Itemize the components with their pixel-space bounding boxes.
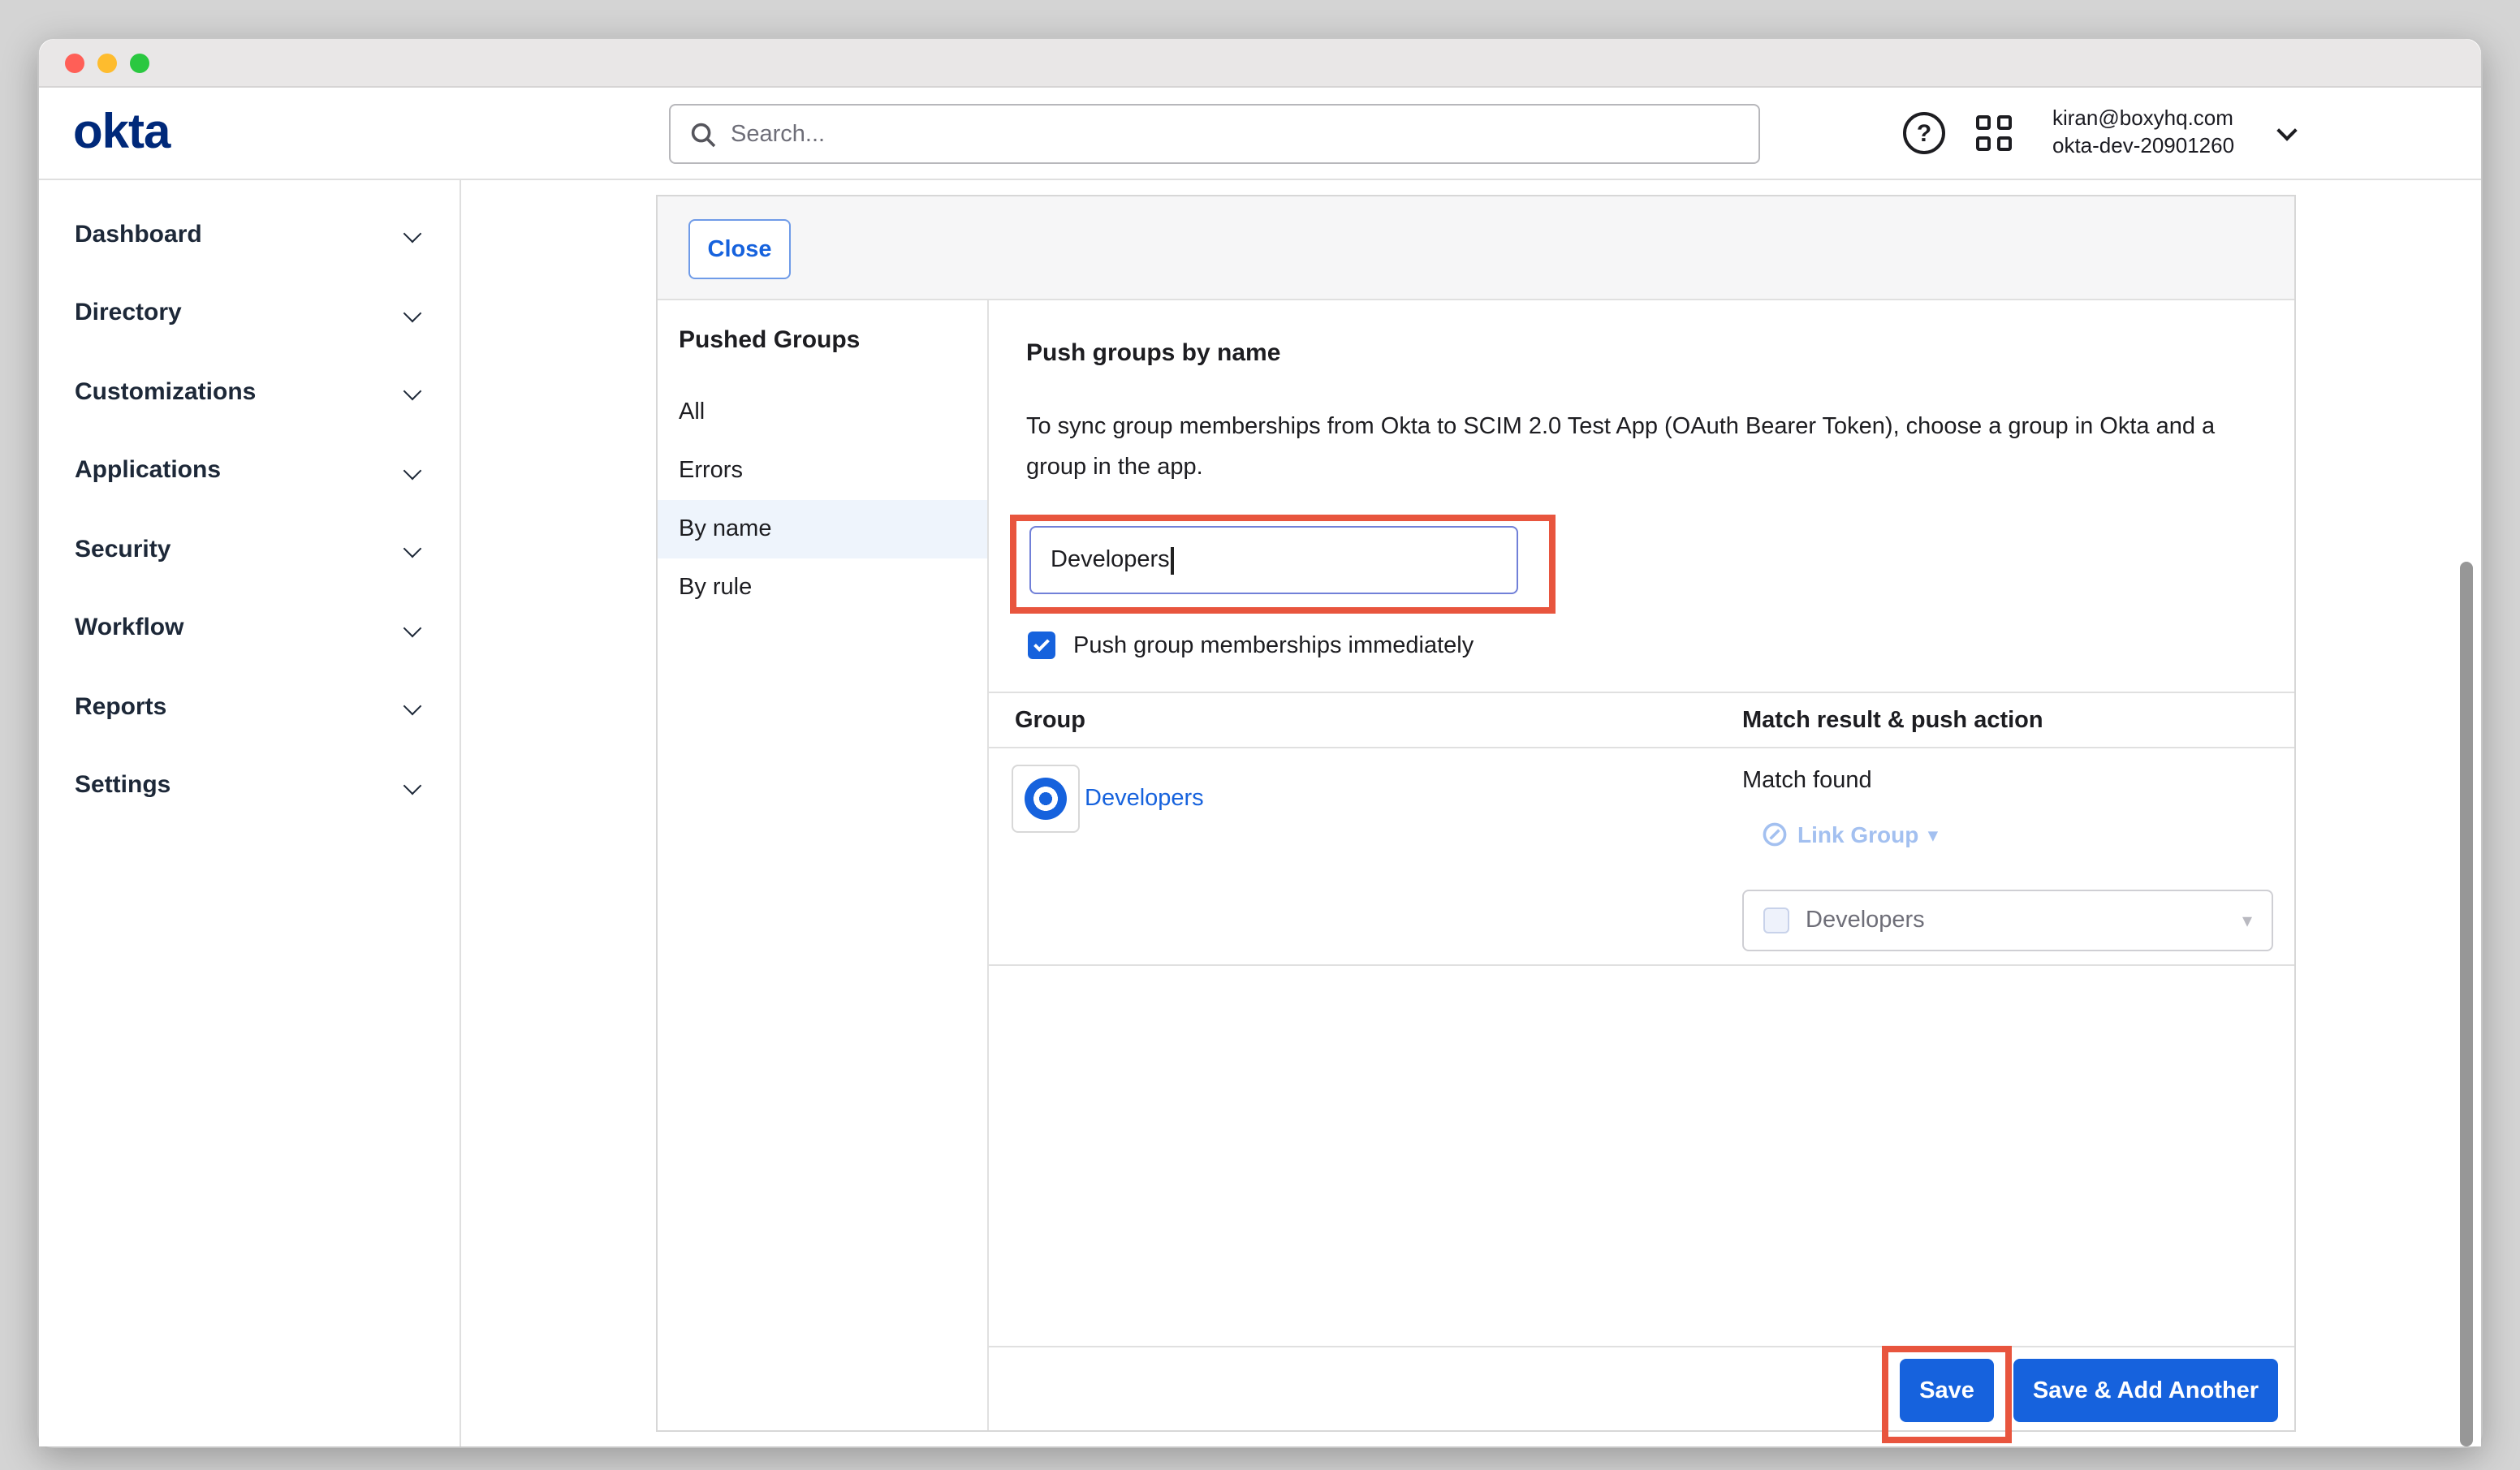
table-header: Group Match result & push action <box>989 692 2294 748</box>
sidebar-item-workflow[interactable]: Workflow <box>39 588 460 667</box>
subnav-item-by-name[interactable]: By name <box>658 500 987 558</box>
column-header-group: Group <box>1015 693 1085 748</box>
link-group-label: Link Group <box>1797 821 1918 847</box>
org-name: okta-dev-20901260 <box>2052 131 2267 159</box>
push-immediately-label: Push group memberships immediately <box>1073 632 1474 658</box>
subnav-item-all[interactable]: All <box>658 383 987 442</box>
vertical-scrollbar[interactable] <box>2460 562 2473 1446</box>
sidebar-item-label: Dashboard <box>75 221 202 248</box>
select-checkbox <box>1763 907 1789 933</box>
link-group-action[interactable]: Link Group ▾ <box>1762 821 1937 847</box>
sidebar-item-label: Security <box>75 536 170 563</box>
subnav-title: Pushed Groups <box>679 326 860 354</box>
sidebar-item-label: Directory <box>75 300 182 327</box>
pushed-groups-subnav: Pushed Groups All Errors By name By rule <box>658 300 989 1430</box>
push-by-name-section: Push groups by name To sync group member… <box>989 300 2294 1430</box>
sidebar-item-label: Settings <box>75 772 170 800</box>
sidebar-item-label: Reports <box>75 693 166 721</box>
group-name-input-value: Developers <box>1051 547 1170 573</box>
target-group-select[interactable]: Developers ▾ <box>1742 890 2273 951</box>
text-caret <box>1172 546 1174 574</box>
chevron-down-icon <box>403 461 422 480</box>
section-title: Push groups by name <box>1026 339 1280 367</box>
app-window: okta ? kiran@boxyhq.com okta-dev-20901 <box>37 37 2483 1448</box>
help-icon[interactable]: ? <box>1903 112 1945 154</box>
zoom-window-button[interactable] <box>130 53 149 72</box>
chevron-down-icon <box>403 619 422 637</box>
desktop-background: okta ? kiran@boxyhq.com okta-dev-20901 <box>0 0 2520 1470</box>
chevron-down-icon <box>403 225 422 244</box>
grid-square <box>1997 136 2012 151</box>
sidebar-item-label: Customizations <box>75 378 256 406</box>
panel-body: Pushed Groups All Errors By name By rule… <box>658 300 2294 1430</box>
group-link[interactable]: Developers <box>1085 786 1204 812</box>
save-button[interactable]: Save <box>1900 1359 1994 1422</box>
window-titlebar <box>39 39 2481 88</box>
close-window-button[interactable] <box>65 53 84 72</box>
sidebar-item-customizations[interactable]: Customizations <box>39 352 460 431</box>
account-menu[interactable]: kiran@boxyhq.com okta-dev-20901260 <box>2052 104 2267 159</box>
panel-header: Close <box>658 196 2294 300</box>
push-groups-panel: Close Pushed Groups All Errors By name B… <box>656 195 2296 1432</box>
subnav-list: All Errors By name By rule <box>658 383 987 617</box>
user-email: kiran@boxyhq.com <box>2052 104 2267 131</box>
chevron-down-icon <box>403 540 422 558</box>
grid-square <box>1976 115 1991 130</box>
match-status: Match found <box>1742 768 1872 794</box>
push-immediately-row: Push group memberships immediately <box>1028 632 1474 659</box>
subnav-item-by-rule[interactable]: By rule <box>658 558 987 617</box>
chevron-down-icon <box>403 697 422 716</box>
apps-grid-icon[interactable] <box>1976 115 2015 154</box>
okta-logo[interactable]: okta <box>73 106 170 161</box>
link-group-icon <box>1762 821 1788 847</box>
search-bar[interactable] <box>669 104 1760 164</box>
grid-square <box>1997 115 2012 130</box>
sidebar-item-security[interactable]: Security <box>39 510 460 588</box>
sidebar-nav: Dashboard Directory Customizations Appli… <box>39 180 461 1446</box>
target-group-value: Developers <box>1806 907 2242 933</box>
sidebar-item-directory[interactable]: Directory <box>39 274 460 352</box>
row-divider <box>989 964 2294 966</box>
grid-square <box>1976 136 1991 151</box>
sidebar-item-settings[interactable]: Settings <box>39 746 460 825</box>
sidebar-item-label: Applications <box>75 457 221 485</box>
group-donut-icon <box>1025 778 1067 820</box>
minimize-window-button[interactable] <box>97 53 117 72</box>
caret-down-icon: ▾ <box>1928 824 1937 845</box>
sidebar-item-dashboard[interactable]: Dashboard <box>39 195 460 274</box>
sidebar-item-applications[interactable]: Applications <box>39 431 460 510</box>
checkmark-icon <box>1033 635 1050 651</box>
chevron-down-icon <box>403 382 422 401</box>
app-header: okta ? kiran@boxyhq.com okta-dev-20901 <box>39 88 2481 180</box>
push-immediately-checkbox[interactable] <box>1028 632 1055 659</box>
close-button[interactable]: Close <box>688 219 791 279</box>
search-icon <box>690 121 716 147</box>
group-icon <box>1012 765 1080 833</box>
subnav-item-errors[interactable]: Errors <box>658 442 987 500</box>
search-input[interactable] <box>731 121 1739 147</box>
chevron-down-icon <box>403 304 422 322</box>
main-content: Close Pushed Groups All Errors By name B… <box>463 180 2481 1446</box>
chevron-down-icon <box>403 776 422 795</box>
help-icon-glyph: ? <box>1917 119 1931 147</box>
account-chevron-icon[interactable] <box>2276 120 2297 140</box>
section-description: To sync group memberships from Okta to S… <box>1026 407 2236 487</box>
save-add-another-button[interactable]: Save & Add Another <box>2013 1359 2278 1422</box>
sidebar-item-reports[interactable]: Reports <box>39 667 460 746</box>
column-header-match: Match result & push action <box>1742 693 2043 748</box>
footer-divider <box>989 1346 2294 1347</box>
select-caret-icon: ▾ <box>2242 909 2252 932</box>
sidebar-item-label: Workflow <box>75 614 183 642</box>
group-name-input[interactable]: Developers <box>1029 526 1518 594</box>
